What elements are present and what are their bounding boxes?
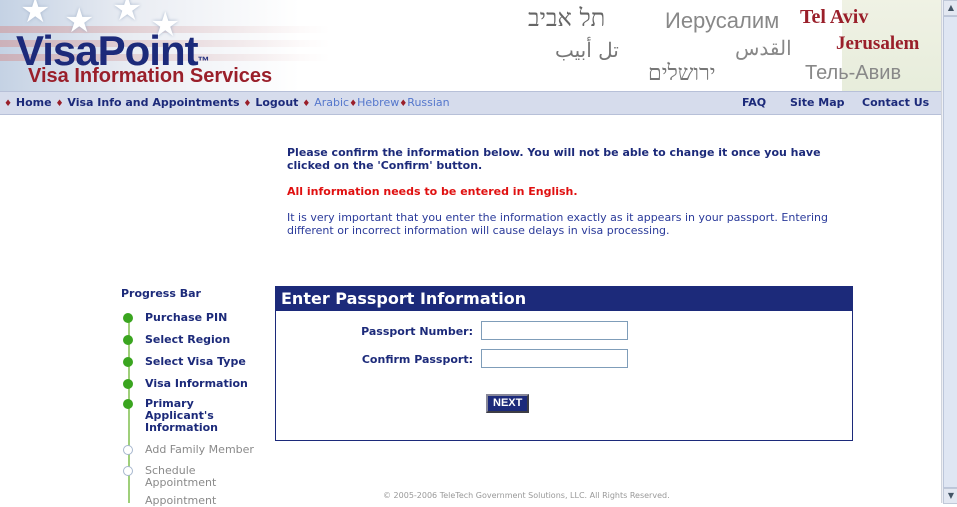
- vertical-scrollbar[interactable]: ▲ ▼: [941, 0, 957, 504]
- passport-accuracy-notice: It is very important that you enter the …: [287, 211, 828, 237]
- step-complete-icon: [123, 379, 133, 389]
- step-label: Schedule Appointment: [145, 464, 217, 489]
- site-tagline: Visa Information Services: [28, 65, 273, 87]
- step-label: Visa Information: [145, 377, 248, 390]
- step-label: Select Visa Type: [145, 355, 246, 368]
- scroll-thumb[interactable]: [943, 16, 957, 488]
- confirm-notice: Please confirm the information below. Yo…: [287, 146, 821, 172]
- nav-russian-link[interactable]: Russian: [407, 96, 449, 109]
- step-complete-icon: [123, 399, 133, 409]
- city-english-tel-aviv: Tel Aviv: [800, 6, 869, 28]
- progress-bar-title: Progress Bar: [121, 287, 201, 300]
- city-russian-tel-aviv: Тель-Авив: [805, 62, 902, 84]
- nav-arabic-link[interactable]: Arabic: [314, 96, 349, 109]
- passport-number-input[interactable]: [481, 321, 628, 340]
- scroll-down-icon[interactable]: ▼: [943, 488, 957, 504]
- step-pending-icon: [123, 445, 133, 455]
- step-label: Select Region: [145, 333, 231, 346]
- city-english-jerusalem: Jerusalem: [836, 33, 920, 54]
- step-complete-icon: [123, 357, 133, 367]
- form-title: Enter Passport Information: [276, 287, 852, 311]
- nav-logout-link[interactable]: Logout: [255, 96, 298, 109]
- confirm-passport-row: Confirm Passport:: [276, 349, 852, 371]
- step-complete-icon: [123, 335, 133, 345]
- star-icon: ★: [112, 0, 143, 29]
- footer-copyright: © 2005-2006 TeleTech Government Solution…: [383, 491, 670, 500]
- instructions: Please confirm the information below. Yo…: [287, 146, 847, 237]
- bullet-icon: ♦: [243, 99, 252, 109]
- nav-site-map-link[interactable]: Site Map: [790, 96, 844, 109]
- step-label: Add Family Member: [145, 443, 254, 456]
- step-label: Primary Applicant's Information: [145, 397, 218, 434]
- confirm-passport-input[interactable]: [481, 349, 628, 368]
- nav-faq-link[interactable]: FAQ: [742, 96, 766, 109]
- passport-number-label: Passport Number:: [361, 325, 473, 338]
- nav-bar: ♦ Home ♦ Visa Info and Appointments ♦ Lo…: [0, 91, 941, 115]
- city-arabic-tel-aviv: تل أبيب: [555, 38, 619, 62]
- city-hebrew-jerusalem: ירושלים: [648, 61, 716, 86]
- passport-number-row: Passport Number:: [276, 321, 852, 343]
- confirm-passport-label: Confirm Passport:: [361, 353, 473, 366]
- city-hebrew-tel-aviv: תל אביב: [528, 4, 606, 32]
- step-complete-icon: [123, 313, 133, 323]
- city-russian-jerusalem: Иерусалим: [665, 8, 780, 33]
- step-pending-icon: [123, 466, 133, 476]
- bullet-icon: ♦: [302, 99, 311, 109]
- nav-visa-info-link[interactable]: Visa Info and Appointments: [67, 96, 239, 109]
- next-button[interactable]: NEXT: [486, 394, 530, 413]
- step-label: Appointment: [145, 494, 217, 507]
- english-warning: All information needs to be entered in E…: [287, 185, 578, 198]
- bullet-icon: ♦: [55, 99, 64, 109]
- step-label: Purchase PIN: [145, 311, 228, 324]
- scroll-up-icon[interactable]: ▲: [943, 0, 957, 16]
- nav-home-link[interactable]: Home: [16, 96, 52, 109]
- bullet-icon: ♦: [349, 99, 358, 109]
- nav-hebrew-link[interactable]: Hebrew: [357, 96, 399, 109]
- star-icon: ★: [20, 0, 51, 31]
- site-header: ★ ★ ★ ★ VisaPoint™ Visa Information Serv…: [0, 0, 941, 91]
- nav-contact-link[interactable]: Contact Us: [862, 96, 929, 109]
- bullet-icon: ♦: [4, 99, 13, 109]
- passport-form: Enter Passport Information Passport Numb…: [275, 286, 853, 441]
- city-arabic-jerusalem: القدس: [735, 36, 792, 60]
